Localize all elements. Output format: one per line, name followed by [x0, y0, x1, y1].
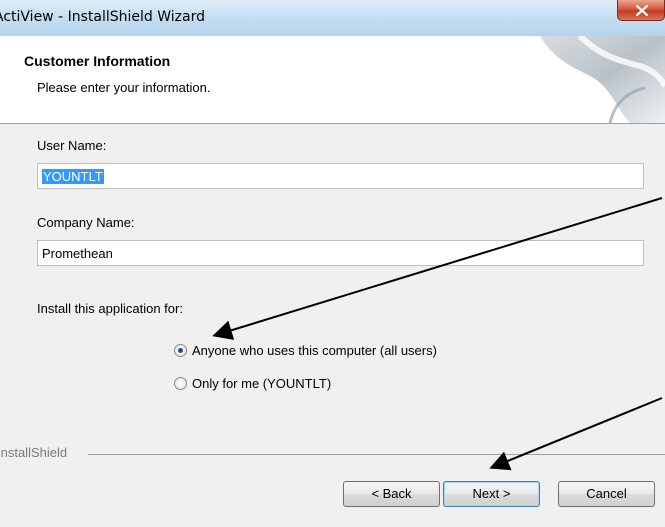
footer-divider — [88, 454, 665, 455]
company-name-value: Promethean — [42, 246, 113, 261]
wizard-header: Customer Information Please enter your i… — [0, 36, 665, 124]
company-name-field[interactable]: Promethean — [37, 240, 644, 266]
radio-all-users[interactable] — [174, 344, 187, 357]
installshield-brand: InstallShield — [0, 445, 68, 460]
close-button[interactable] — [617, 0, 665, 21]
radio-only-me-label[interactable]: Only for me (YOUNTLT) — [192, 376, 331, 391]
user-name-value: YOUNTLT — [42, 169, 104, 184]
radio-only-me[interactable] — [174, 377, 187, 390]
page-title: Customer Information — [24, 53, 171, 69]
back-button[interactable]: < Back — [343, 481, 440, 507]
user-name-label: User Name: — [37, 138, 107, 153]
radio-selected-dot — [178, 348, 183, 353]
radio-all-users-label[interactable]: Anyone who uses this computer (all users… — [192, 343, 437, 358]
user-name-field[interactable]: YOUNTLT — [37, 163, 644, 189]
cancel-button[interactable]: Cancel — [558, 481, 655, 507]
install-for-label: Install this application for: — [37, 301, 183, 316]
close-icon — [636, 5, 648, 16]
company-name-label: Company Name: — [37, 215, 135, 230]
installshield-header-art — [540, 36, 665, 123]
page-subtitle: Please enter your information. — [37, 80, 211, 95]
window-title: ActiView - InstallShield Wizard — [0, 9, 205, 25]
next-button[interactable]: Next > — [443, 481, 540, 507]
title-bar: ActiView - InstallShield Wizard — [0, 0, 665, 36]
